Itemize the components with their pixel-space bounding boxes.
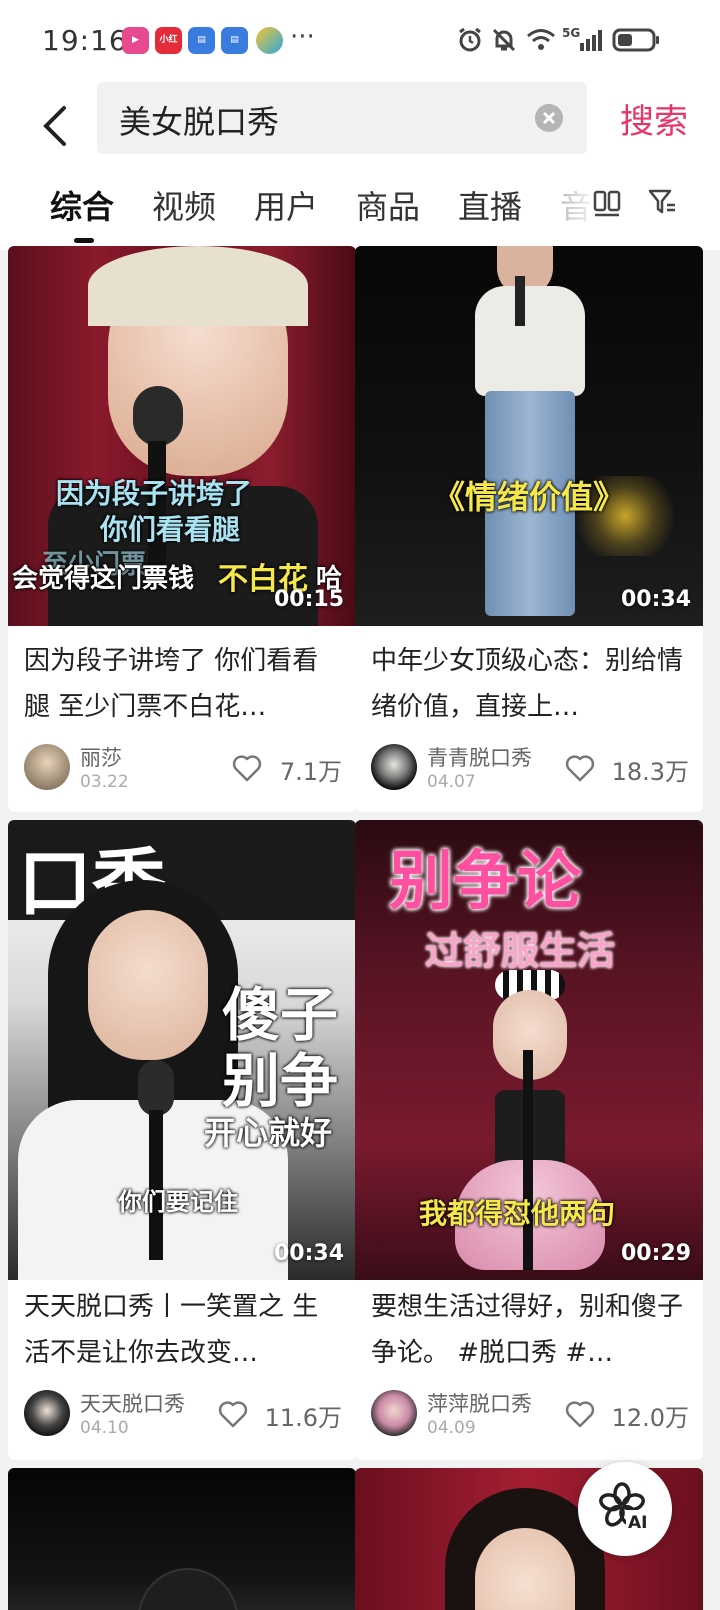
post-date: 04.07	[427, 772, 476, 792]
video-thumbnail[interactable]: 别争论 过舒服生活 我都得怼他两句 00:29	[355, 820, 703, 1280]
microphone	[515, 276, 525, 326]
like-count: 18.3万	[611, 758, 689, 786]
video-title[interactable]: 因为段子讲垮了 你们看看腿 至少门票不白花…	[24, 638, 342, 730]
avatar[interactable]	[24, 1390, 70, 1436]
like-count: 11.6万	[264, 1404, 342, 1432]
heart-icon[interactable]	[565, 1400, 595, 1428]
video-caption: 过舒服生活	[425, 929, 616, 973]
search-header: 美女脱口秀 搜索	[0, 80, 720, 170]
avatar[interactable]	[371, 1390, 417, 1436]
video-card-5[interactable]	[8, 1468, 356, 1610]
post-date: 03.22	[80, 772, 129, 792]
back-arrow-icon[interactable]	[36, 94, 76, 154]
heart-icon[interactable]	[565, 754, 595, 782]
avatar[interactable]	[24, 744, 70, 790]
author-name[interactable]: 天天脱口秀	[80, 1388, 185, 1418]
search-button[interactable]: 搜索	[620, 94, 688, 143]
tab-users[interactable]: 用户	[254, 182, 318, 228]
video-meta: 丽莎 03.22 7.1万	[24, 742, 342, 794]
microphone-stand	[523, 1050, 533, 1270]
mute-bell-icon	[492, 28, 516, 52]
xiaohongshu-icon: 小红	[155, 27, 182, 54]
ai-label: AI	[628, 1513, 647, 1533]
video-caption: 因为段子讲垮了	[56, 477, 253, 510]
video-thumbnail[interactable]: 口秀 傻子 别争 开心就好 你们要记住 00:34	[8, 820, 356, 1280]
video-subtitle: 会觉得这门票钱	[12, 564, 195, 594]
active-tab-indicator	[74, 238, 94, 243]
video-title[interactable]: 天天脱口秀丨一笑置之 生活不是让你去改变…	[24, 1284, 342, 1376]
ai-flower-icon: AI	[599, 1482, 652, 1533]
video-card-3[interactable]: 口秀 傻子 别争 开心就好 你们要记住 00:34 天天脱口秀丨一笑置之 生活不…	[8, 820, 356, 1460]
heart-icon[interactable]	[232, 754, 262, 782]
search-input[interactable]: 美女脱口秀	[97, 82, 587, 154]
video-duration: 00:15	[273, 587, 344, 612]
microphone	[133, 386, 183, 446]
search-query-text: 美女脱口秀	[119, 103, 280, 141]
layout-toggle-icon[interactable]	[592, 188, 622, 218]
status-time: 19:16	[42, 24, 128, 57]
network-label: 5G	[562, 26, 580, 40]
like-count: 7.1万	[279, 758, 342, 786]
ai-assistant-button[interactable]: AI	[578, 1462, 672, 1556]
video-meta: 青青脱口秀 04.07 18.3万	[371, 742, 689, 794]
post-date: 04.09	[427, 1418, 476, 1438]
video-card-1[interactable]: 因为段子讲垮了 你们看看腿 至少门票 会觉得这门票钱 不白花 哈 00:15 因…	[8, 246, 356, 812]
video-thumbnail[interactable]: 《情绪价值》 00:34	[355, 246, 703, 626]
video-subtitle: 你们要记住	[118, 1188, 238, 1216]
like-count: 12.0万	[611, 1404, 689, 1432]
tab-products[interactable]: 商品	[356, 182, 420, 228]
microphone	[138, 1060, 174, 1116]
category-tabs: 综合 视频 用户 商品 直播 音	[0, 170, 720, 250]
speaker-face	[88, 910, 208, 1060]
clear-icon[interactable]	[535, 104, 563, 132]
status-bar: 19:16 ▶ 小红 ▤ ▤ ··· 5G	[0, 0, 720, 80]
speaker-hair	[88, 246, 308, 326]
video-caption: 开心就好	[204, 1114, 333, 1152]
author-name[interactable]: 青青脱口秀	[427, 742, 532, 772]
video-caption: 你们看看腿	[100, 513, 241, 546]
multicolor-app-icon	[256, 27, 283, 54]
video-app-icon: ▶	[122, 27, 149, 54]
video-thumbnail[interactable]: 因为段子讲垮了 你们看看腿 至少门票 会觉得这门票钱 不白花 哈 00:15	[8, 246, 356, 626]
alarm-icon	[459, 27, 481, 52]
battery-icon	[612, 28, 659, 52]
filter-icon[interactable]	[646, 186, 678, 218]
video-duration: 00:34	[273, 1241, 344, 1266]
wifi-icon	[527, 29, 555, 50]
author-name[interactable]: 萍萍脱口秀	[427, 1388, 532, 1418]
video-card-2[interactable]: 《情绪价值》 00:34 中年少女顶级心态：别给情绪价值，直接上… 青青脱口秀 …	[355, 246, 703, 812]
signal-5g-icon: 5G	[562, 26, 602, 51]
video-meta: 萍萍脱口秀 04.09 12.0万	[371, 1388, 689, 1440]
notes-icon: ▤	[188, 27, 215, 54]
more-notifications-icon: ···	[290, 22, 315, 52]
video-duration: 00:29	[620, 1241, 691, 1266]
heart-icon[interactable]	[218, 1400, 248, 1428]
speaker-sweater	[475, 286, 585, 396]
avatar[interactable]	[371, 744, 417, 790]
video-caption-large: 别争论	[389, 845, 581, 919]
video-subtitle: 我都得怼他两句	[419, 1197, 616, 1230]
video-meta: 天天脱口秀 04.10 11.6万	[24, 1388, 342, 1440]
notes-icon: ▤	[221, 27, 248, 54]
video-card-4[interactable]: 别争论 过舒服生活 我都得怼他两句 00:29 要想生活过得好，别和傻子争论。 …	[355, 820, 703, 1460]
video-duration: 00:34	[620, 587, 691, 612]
speaker-silhouette	[138, 1568, 238, 1610]
tab-live[interactable]: 直播	[458, 182, 522, 228]
tab-general[interactable]: 综合	[50, 182, 114, 228]
post-date: 04.10	[80, 1418, 129, 1438]
tab-video[interactable]: 视频	[152, 182, 216, 228]
video-caption-large: 别争	[222, 1047, 339, 1115]
video-title[interactable]: 要想生活过得好，别和傻子争论。 #脱口秀 #…	[371, 1284, 689, 1376]
author-name[interactable]: 丽莎	[80, 742, 122, 772]
video-caption: 《情绪价值》	[433, 478, 626, 516]
video-title[interactable]: 中年少女顶级心态：别给情绪价值，直接上…	[371, 638, 689, 730]
